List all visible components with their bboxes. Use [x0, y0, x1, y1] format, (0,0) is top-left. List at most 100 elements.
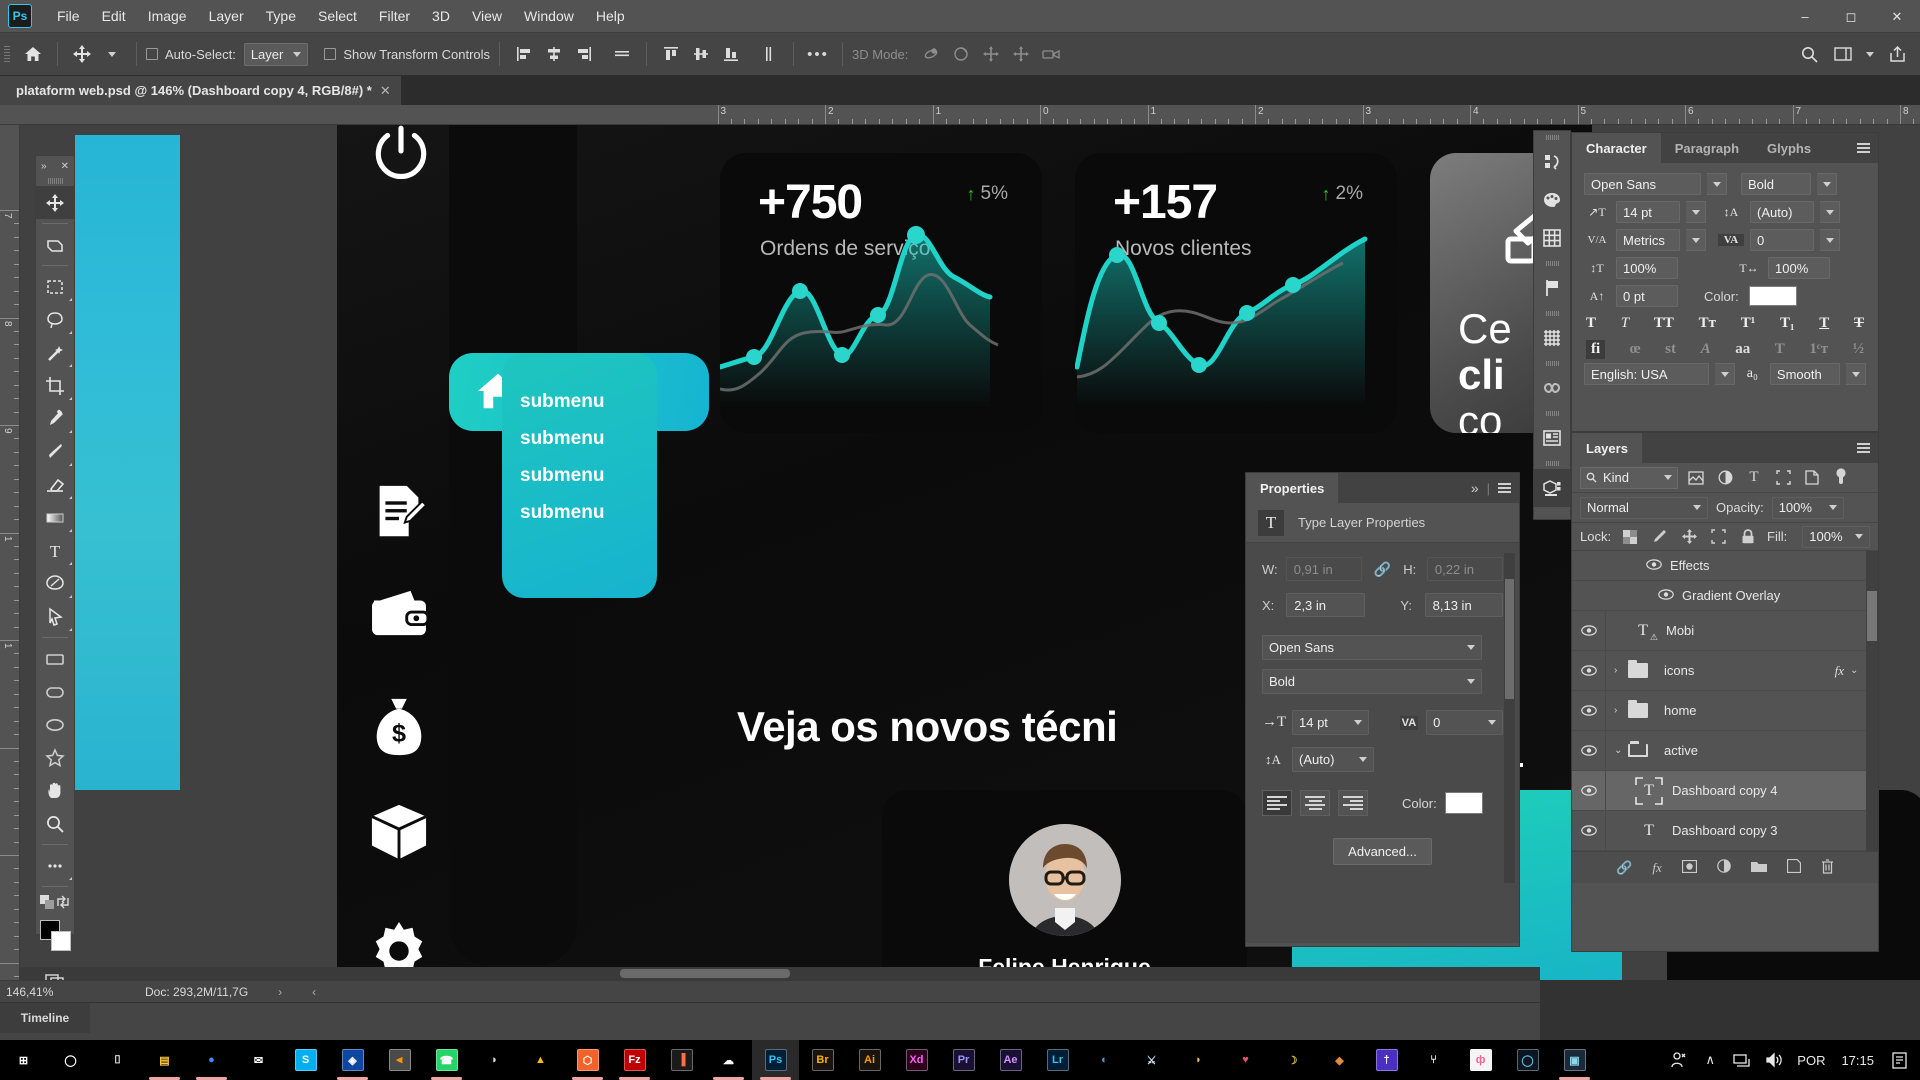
- game7-icon[interactable]: ⑂: [1410, 1040, 1457, 1080]
- rail-group-grip[interactable]: [1534, 457, 1570, 469]
- submenu-item-2[interactable]: submenu: [520, 428, 604, 450]
- xd-icon[interactable]: Xd: [893, 1040, 940, 1080]
- workspace-switcher-icon[interactable]: [1828, 39, 1858, 69]
- sublime-icon[interactable]: ⫷: [376, 1040, 423, 1080]
- align-horizontal-centers-icon[interactable]: [539, 39, 569, 69]
- x-field[interactable]: 2,3 in: [1286, 593, 1365, 617]
- char-color-swatch[interactable]: [1748, 286, 1797, 306]
- distribute-horizontal-icon[interactable]: [607, 39, 637, 69]
- move-tool-preset-caret[interactable]: [97, 39, 127, 69]
- whatsapp-icon[interactable]: ☎: [423, 1040, 470, 1080]
- artboard-tool[interactable]: [36, 228, 74, 261]
- chevron-up-icon[interactable]: ∧: [1695, 1040, 1725, 1080]
- game8-icon[interactable]: ф: [1457, 1040, 1504, 1080]
- layer-row[interactable]: T Dashboard copy 4: [1572, 771, 1878, 811]
- fx-icon[interactable]: fx: [1652, 860, 1661, 876]
- height-field[interactable]: 0,22 in: [1426, 557, 1503, 581]
- 3d-icon[interactable]: [1534, 469, 1570, 507]
- eye-icon[interactable]: [1572, 651, 1606, 690]
- align-bottom-edges-icon[interactable]: [716, 39, 746, 69]
- rail-group-grip[interactable]: [1534, 307, 1570, 319]
- faux-italic-button[interactable]: T: [1621, 315, 1629, 332]
- link-layers-icon[interactable]: 🔗: [1616, 860, 1632, 876]
- char-font-size[interactable]: 14 pt: [1616, 201, 1680, 223]
- options-bar-grip[interactable]: [0, 41, 12, 67]
- shape-filter-icon[interactable]: [1772, 467, 1794, 489]
- layer-row[interactable]: T ⚠ Mobi: [1572, 611, 1878, 651]
- creative-cloud-icon[interactable]: [1534, 369, 1570, 407]
- layers-list[interactable]: Effects Gradient Overlay T ⚠ Mobi › icons fx ⌄…: [1572, 551, 1878, 851]
- font-size-field[interactable]: 14 pt: [1292, 710, 1369, 735]
- new-group-icon[interactable]: [1750, 860, 1767, 876]
- discretionary-ligatures-button[interactable]: st: [1665, 341, 1676, 358]
- game9-icon[interactable]: ◯: [1504, 1040, 1551, 1080]
- power-icon[interactable]: [368, 125, 434, 186]
- marquee-tool[interactable]: [36, 270, 74, 303]
- eraser-tool[interactable]: [36, 468, 74, 501]
- onedrive-icon[interactable]: ☁: [705, 1040, 752, 1080]
- lock-image-icon[interactable]: [1649, 526, 1669, 548]
- collapse-tools-icon[interactable]: »: [41, 161, 47, 172]
- menu-window[interactable]: Window: [513, 4, 585, 28]
- opacity-field[interactable]: 100%: [1771, 496, 1844, 519]
- game3-icon[interactable]: ♥: [1222, 1040, 1269, 1080]
- layer-row[interactable]: › icons fx ⌄: [1572, 651, 1878, 691]
- color-palette-icon[interactable]: [1534, 181, 1570, 219]
- character-menu-icon[interactable]: [1857, 143, 1870, 153]
- document-edit-icon[interactable]: [368, 480, 434, 546]
- taskview-icon[interactable]: ⌷: [94, 1040, 141, 1080]
- status-expand-icon[interactable]: ›: [248, 985, 282, 999]
- skype-icon[interactable]: S: [282, 1040, 329, 1080]
- lock-all-icon[interactable]: [1738, 526, 1758, 548]
- fill-field[interactable]: 100%: [1802, 525, 1870, 548]
- small-caps-button[interactable]: Tᴛ: [1699, 315, 1716, 332]
- more-options-icon[interactable]: •••: [803, 39, 833, 69]
- chevron-down-icon[interactable]: [1820, 201, 1840, 223]
- strikethrough-button[interactable]: T: [1854, 315, 1864, 332]
- auto-select-checkbox[interactable]: [146, 48, 158, 60]
- money-bag-icon[interactable]: $: [368, 695, 434, 761]
- design-submenu-panel[interactable]: submenu submenu submenu submenu: [502, 353, 657, 598]
- magic-wand-tool[interactable]: [36, 336, 74, 369]
- show-transform-checkbox[interactable]: [324, 48, 337, 60]
- chevron-down-icon[interactable]: [1846, 363, 1866, 385]
- mask-icon[interactable]: [1681, 859, 1697, 876]
- contextual-alternates-button[interactable]: œ: [1630, 341, 1641, 358]
- superscript-button[interactable]: T¹: [1741, 315, 1756, 332]
- submenu-item-1[interactable]: submenu: [520, 391, 604, 413]
- chevron-down-icon[interactable]: [1820, 229, 1840, 251]
- char-antialias[interactable]: Smooth: [1769, 363, 1841, 385]
- properties-menu-icon[interactable]: [1498, 483, 1511, 493]
- fractions-button[interactable]: ½: [1853, 341, 1864, 358]
- mercado-icon[interactable]: ◑: [470, 1040, 517, 1080]
- align-left-edges-icon[interactable]: [509, 39, 539, 69]
- char-font-style[interactable]: Bold: [1741, 173, 1811, 195]
- photoshop-icon[interactable]: Ps: [752, 1040, 799, 1080]
- drive-icon[interactable]: ▲: [517, 1040, 564, 1080]
- game5-icon[interactable]: ◆: [1316, 1040, 1363, 1080]
- chevron-down-icon[interactable]: ⌄: [1850, 665, 1864, 676]
- align-left-button[interactable]: [1262, 790, 1292, 816]
- move-tool-icon[interactable]: [67, 39, 97, 69]
- color-swatches[interactable]: [36, 917, 74, 961]
- eye-icon[interactable]: [1572, 611, 1606, 650]
- tab-layers[interactable]: Layers: [1572, 433, 1642, 463]
- char-leading[interactable]: (Auto): [1750, 201, 1814, 223]
- tab-paragraph[interactable]: Paragraph: [1661, 133, 1753, 163]
- lightroom-icon[interactable]: Lr: [1034, 1040, 1081, 1080]
- font-family-select[interactable]: Open Sans: [1262, 635, 1482, 660]
- oldstyle-button[interactable]: aa: [1735, 341, 1750, 358]
- package-icon[interactable]: [368, 803, 434, 869]
- layer-expander-icon[interactable]: ›: [1614, 705, 1628, 716]
- wallet-icon[interactable]: [368, 587, 434, 653]
- game4-icon[interactable]: ☽: [1269, 1040, 1316, 1080]
- filezilla-icon[interactable]: Fz: [611, 1040, 658, 1080]
- swash-button[interactable]: A: [1701, 341, 1711, 358]
- lock-position-icon[interactable]: [1679, 526, 1699, 548]
- menu-image[interactable]: Image: [137, 4, 198, 28]
- underline-button[interactable]: T: [1819, 315, 1829, 332]
- close-button[interactable]: ✕: [1874, 0, 1920, 33]
- game1-icon[interactable]: ⚔: [1128, 1040, 1175, 1080]
- auto-select-group[interactable]: Auto-Select: Layer: [146, 42, 309, 66]
- menu-file[interactable]: File: [46, 4, 91, 28]
